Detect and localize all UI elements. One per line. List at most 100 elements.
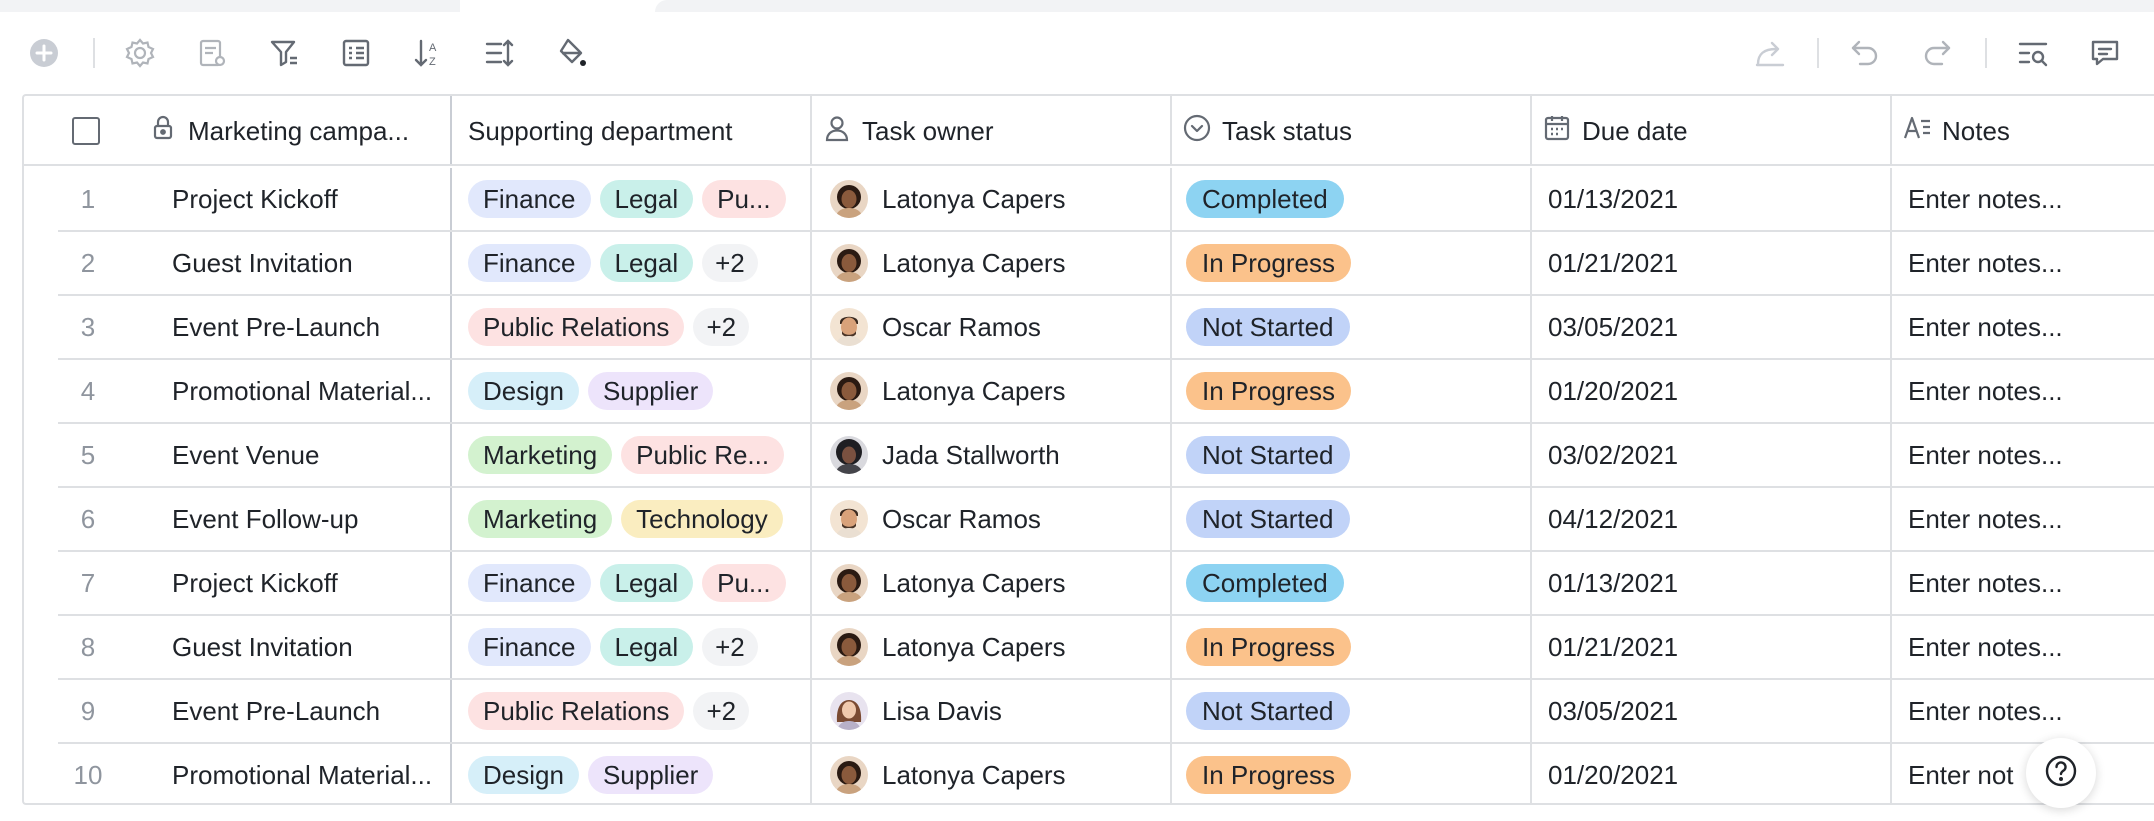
status-cell[interactable]: Completed <box>1186 168 1526 230</box>
add-record-icon[interactable] <box>21 30 67 76</box>
column-header-campaign[interactable]: Marketing campa... <box>148 96 458 166</box>
status-cell[interactable]: Not Started <box>1186 488 1526 550</box>
settings-icon[interactable] <box>117 30 163 76</box>
row-height-icon[interactable] <box>477 30 523 76</box>
campaign-cell[interactable]: Project Kickoff <box>172 552 462 614</box>
table-row[interactable]: 2 Guest Invitation Finance Legal +2 Latonya C… <box>58 232 2154 296</box>
campaign-cell[interactable]: Event Venue <box>172 424 462 486</box>
column-header-department[interactable]: Supporting department <box>468 96 808 166</box>
department-cell[interactable]: Design Supplier <box>468 360 812 422</box>
table-row[interactable]: 3 Event Pre-Launch Public Relations +2 Oscar… <box>58 296 2154 360</box>
table-row[interactable]: 8 Guest Invitation Finance Legal +2 Latonya C… <box>58 616 2154 680</box>
notes-cell[interactable]: Enter notes... <box>1908 488 2154 550</box>
due-date-cell[interactable]: 03/05/2021 <box>1548 296 1888 358</box>
form-settings-icon[interactable] <box>189 30 235 76</box>
help-button[interactable] <box>2026 738 2096 808</box>
table-row[interactable]: 9 Event Pre-Launch Public Relations +2 Lisa … <box>58 680 2154 744</box>
fill-color-icon[interactable] <box>549 30 595 76</box>
status-badge: Not Started <box>1186 692 1350 730</box>
owner-cell[interactable]: Latonya Capers <box>830 232 1170 294</box>
filter-icon[interactable] <box>261 30 307 76</box>
department-cell[interactable]: Finance Legal +2 <box>468 232 812 294</box>
status-cell[interactable]: Not Started <box>1186 680 1526 742</box>
table-row[interactable]: 7 Project Kickoff Finance Legal Pu... Latonya… <box>58 552 2154 616</box>
column-divider <box>1890 168 1892 230</box>
campaign-cell[interactable]: Event Follow-up <box>172 488 462 550</box>
department-cell[interactable]: Public Relations +2 <box>468 296 812 358</box>
campaign-cell[interactable]: Promotional Material... <box>172 744 462 803</box>
column-divider <box>1170 616 1172 678</box>
owner-cell[interactable]: Oscar Ramos <box>830 488 1170 550</box>
status-cell[interactable]: Completed <box>1186 552 1526 614</box>
column-header-task-status[interactable]: Task status <box>1182 96 1522 166</box>
checklist-icon[interactable] <box>333 30 379 76</box>
department-cell[interactable]: Design Supplier <box>468 744 812 803</box>
notes-cell[interactable]: Enter notes... <box>1908 232 2154 294</box>
department-cell[interactable]: Marketing Public Re... <box>468 424 812 486</box>
owner-cell[interactable]: Latonya Capers <box>830 744 1170 803</box>
table-row[interactable]: 4 Promotional Material... Design Supplier La… <box>58 360 2154 424</box>
sort-icon[interactable]: AZ <box>405 30 451 76</box>
notes-cell[interactable]: Enter notes... <box>1908 360 2154 422</box>
owner-cell[interactable]: Latonya Capers <box>830 360 1170 422</box>
notes-cell[interactable]: Enter notes... <box>1908 296 2154 358</box>
table-row[interactable]: 6 Event Follow-up Marketing Technology Oscar… <box>58 488 2154 552</box>
status-cell[interactable]: In Progress <box>1186 744 1526 803</box>
campaign-cell[interactable]: Project Kickoff <box>172 168 462 230</box>
department-cell[interactable]: Finance Legal Pu... <box>468 168 812 230</box>
due-date-cell[interactable]: 03/02/2021 <box>1548 424 1888 486</box>
department-cell[interactable]: Public Relations +2 <box>468 680 812 742</box>
due-date-cell[interactable]: 01/13/2021 <box>1548 552 1888 614</box>
due-date-cell[interactable]: 01/21/2021 <box>1548 232 1888 294</box>
column-header-label: Due date <box>1582 115 1688 146</box>
due-date-cell[interactable]: 04/12/2021 <box>1548 488 1888 550</box>
status-cell[interactable]: Not Started <box>1186 296 1526 358</box>
notes-cell[interactable]: Enter notes... <box>1908 680 2154 742</box>
owner-cell[interactable]: Latonya Capers <box>830 552 1170 614</box>
notes-cell[interactable]: Enter notes... <box>1908 168 2154 230</box>
status-cell[interactable]: In Progress <box>1186 360 1526 422</box>
select-all-checkbox[interactable] <box>72 117 100 145</box>
due-date-cell[interactable]: 01/20/2021 <box>1548 744 1888 803</box>
department-tag: Public Relations <box>468 692 685 730</box>
status-cell[interactable]: Not Started <box>1186 424 1526 486</box>
table-row[interactable]: 10 Promotional Material... Design Supplier L… <box>58 744 2154 803</box>
campaign-cell[interactable]: Event Pre-Launch <box>172 680 462 742</box>
frozen-column-divider <box>450 168 452 230</box>
owner-cell[interactable]: Latonya Capers <box>830 616 1170 678</box>
column-header-task-owner[interactable]: Task owner <box>822 96 1162 166</box>
select-all-checkbox-cell[interactable] <box>72 96 112 166</box>
redo-icon[interactable] <box>1914 30 1960 76</box>
owner-cell[interactable]: Lisa Davis <box>830 680 1170 742</box>
department-cell[interactable]: Marketing Technology <box>468 488 812 550</box>
status-cell[interactable]: In Progress <box>1186 232 1526 294</box>
undo-icon[interactable] <box>1842 30 1888 76</box>
table-row[interactable]: 5 Event Venue Marketing Public Re... Jada St… <box>58 424 2154 488</box>
campaign-cell[interactable]: Promotional Material... <box>172 360 462 422</box>
search-icon[interactable] <box>2010 30 2056 76</box>
owner-cell[interactable]: Jada Stallworth <box>830 424 1170 486</box>
notes-cell[interactable]: Enter notes... <box>1908 424 2154 486</box>
due-date-cell[interactable]: 03/05/2021 <box>1548 680 1888 742</box>
notes-cell[interactable]: Enter notes... <box>1908 552 2154 614</box>
campaign-cell[interactable]: Event Pre-Launch <box>172 296 462 358</box>
notes-cell[interactable]: Enter notes... <box>1908 616 2154 678</box>
status-cell[interactable]: In Progress <box>1186 616 1526 678</box>
comment-icon[interactable] <box>2082 30 2128 76</box>
column-header-notes[interactable]: Notes <box>1902 96 2154 166</box>
campaign-cell[interactable]: Guest Invitation <box>172 616 462 678</box>
table-row[interactable]: 1 Project Kickoff Finance Legal Pu... Latonya… <box>58 168 2154 232</box>
department-cell[interactable]: Finance Legal +2 <box>468 616 812 678</box>
row-number: 3 <box>80 311 96 342</box>
department-cell[interactable]: Finance Legal Pu... <box>468 552 812 614</box>
campaign-cell[interactable]: Guest Invitation <box>172 232 462 294</box>
share-icon[interactable] <box>1747 30 1793 76</box>
column-divider <box>1530 616 1532 678</box>
owner-cell[interactable]: Latonya Capers <box>830 168 1170 230</box>
due-date-cell[interactable]: 01/20/2021 <box>1548 360 1888 422</box>
owner-cell[interactable]: Oscar Ramos <box>830 296 1170 358</box>
due-date-cell[interactable]: 01/13/2021 <box>1548 168 1888 230</box>
column-header-due-date[interactable]: Due date <box>1542 96 1882 166</box>
due-date-cell[interactable]: 01/21/2021 <box>1548 616 1888 678</box>
help-icon <box>2043 753 2079 794</box>
